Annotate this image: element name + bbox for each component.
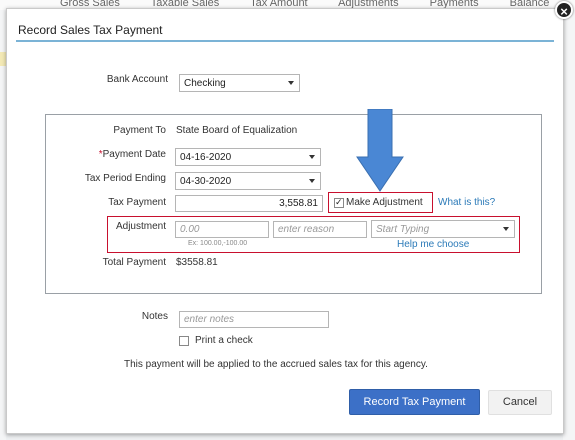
make-adjustment-checkbox[interactable]: ✓ <box>334 197 344 208</box>
tax-period-ending-picker[interactable]: 04-30-2020 <box>175 172 321 190</box>
chevron-down-icon <box>503 227 509 231</box>
adjustment-amount-input[interactable]: 0.00 <box>175 221 269 238</box>
notes-input[interactable]: enter notes <box>179 311 329 328</box>
notes-label: Notes <box>141 311 168 322</box>
adjustment-hint: Ex: 100.00,-100.00 <box>188 240 248 247</box>
checkmark-icon: ✓ <box>335 197 343 207</box>
dialog-title: Record Sales Tax Payment <box>18 23 163 37</box>
tax-period-ending-label: Tax Period Ending <box>84 173 166 184</box>
payment-to-value: State Board of Equalization <box>176 125 298 136</box>
tax-period-ending-value: 04-30-2020 <box>180 176 232 187</box>
bank-account-select[interactable]: Checking <box>179 74 300 92</box>
what-is-this-link[interactable]: What is this? <box>438 197 495 208</box>
background-right-edge <box>563 10 575 440</box>
make-adjustment-label: Make Adjustment <box>346 197 423 208</box>
cancel-button[interactable]: Cancel <box>488 390 552 415</box>
total-payment-label: Total Payment <box>102 257 166 268</box>
print-check-checkbox[interactable] <box>179 336 189 346</box>
payment-date-picker[interactable]: 04-16-2020 <box>175 148 321 166</box>
adjustment-account-combobox[interactable]: Start Typing <box>371 220 515 238</box>
payment-date-value: 04-16-2020 <box>180 152 232 163</box>
tax-payment-label: Tax Payment <box>108 197 166 208</box>
adjustment-label: Adjustment <box>115 221 166 232</box>
adjustment-account-placeholder: Start Typing <box>376 224 430 235</box>
total-payment-value: $3558.81 <box>176 257 218 268</box>
chevron-down-icon <box>309 179 315 183</box>
adjustment-reason-input[interactable]: enter reason <box>273 221 367 238</box>
payment-to-label: Payment To <box>113 125 166 136</box>
print-check-label: Print a check <box>195 335 253 346</box>
chevron-down-icon <box>309 155 315 159</box>
payment-date-label-text: Payment Date <box>102 149 166 160</box>
record-sales-tax-payment-dialog: Record Sales Tax Payment Bank Account Ch… <box>6 8 564 434</box>
arrow-down-icon <box>356 109 404 192</box>
info-text: This payment will be applied to the accr… <box>124 359 428 370</box>
chevron-down-icon <box>288 81 294 85</box>
close-icon[interactable]: × <box>555 1 573 19</box>
help-me-choose-link[interactable]: Help me choose <box>397 239 469 250</box>
title-divider <box>16 40 554 42</box>
tax-payment-input[interactable]: 3,558.81 <box>175 195 323 212</box>
bank-account-value: Checking <box>184 78 226 89</box>
payment-date-label: *Payment Date <box>67 149 166 160</box>
bank-account-label: Bank Account <box>106 74 168 85</box>
record-tax-payment-button[interactable]: Record Tax Payment <box>349 389 480 415</box>
